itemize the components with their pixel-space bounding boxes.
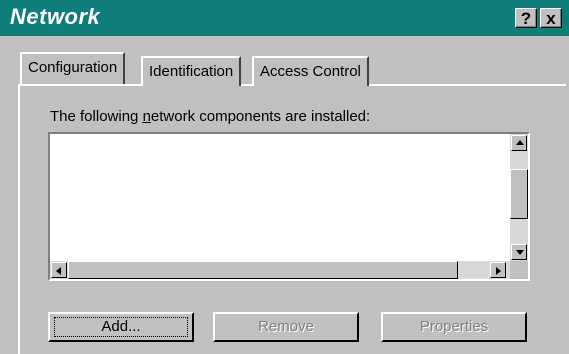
installed-components-label: The following network components are ins…: [50, 108, 370, 125]
title-bar[interactable]: Network ? x: [0, 0, 569, 36]
help-button[interactable]: ?: [515, 8, 537, 28]
label-part: etwork components are installed:: [150, 108, 371, 125]
vertical-scroll-thumb[interactable]: [510, 169, 528, 219]
properties-button[interactable]: Properties: [381, 312, 527, 342]
add-button[interactable]: Add...: [48, 312, 194, 342]
scroll-down-button[interactable]: [511, 244, 527, 260]
tab-configuration-label: Configuration: [28, 59, 118, 76]
arrow-down-icon: [516, 250, 524, 255]
close-icon: x: [546, 9, 556, 28]
properties-button-label: Properties: [419, 318, 489, 335]
tab-identification[interactable]: Identification: [141, 56, 242, 86]
tab-access-control-label: Access Control: [260, 63, 361, 80]
horizontal-scroll-thumb[interactable]: [68, 261, 458, 279]
tab-access-control[interactable]: Access Control: [252, 56, 369, 86]
remove-button[interactable]: Remove: [213, 312, 359, 342]
scroll-left-button[interactable]: [51, 262, 67, 278]
tab-configuration[interactable]: Configuration: [20, 52, 126, 84]
close-button[interactable]: x: [540, 8, 562, 28]
remove-button-label: Remove: [258, 318, 314, 335]
scroll-right-button[interactable]: [490, 262, 506, 278]
arrow-left-icon: [56, 267, 61, 275]
label-mnemonic: n: [142, 108, 151, 125]
network-components-list[interactable]: [48, 132, 530, 281]
scrollbar-corner: [510, 261, 528, 279]
help-icon: ?: [520, 9, 532, 28]
tab-identification-label: Identification: [149, 63, 234, 80]
horizontal-scrollbar[interactable]: [50, 261, 510, 279]
arrow-right-icon: [496, 267, 501, 275]
focus-rect: [54, 317, 188, 337]
vertical-scrollbar[interactable]: [510, 134, 528, 261]
window-title: Network: [10, 4, 101, 29]
arrow-up-icon: [516, 140, 524, 145]
label-part: The following: [50, 108, 143, 125]
scroll-up-button[interactable]: [511, 135, 527, 151]
